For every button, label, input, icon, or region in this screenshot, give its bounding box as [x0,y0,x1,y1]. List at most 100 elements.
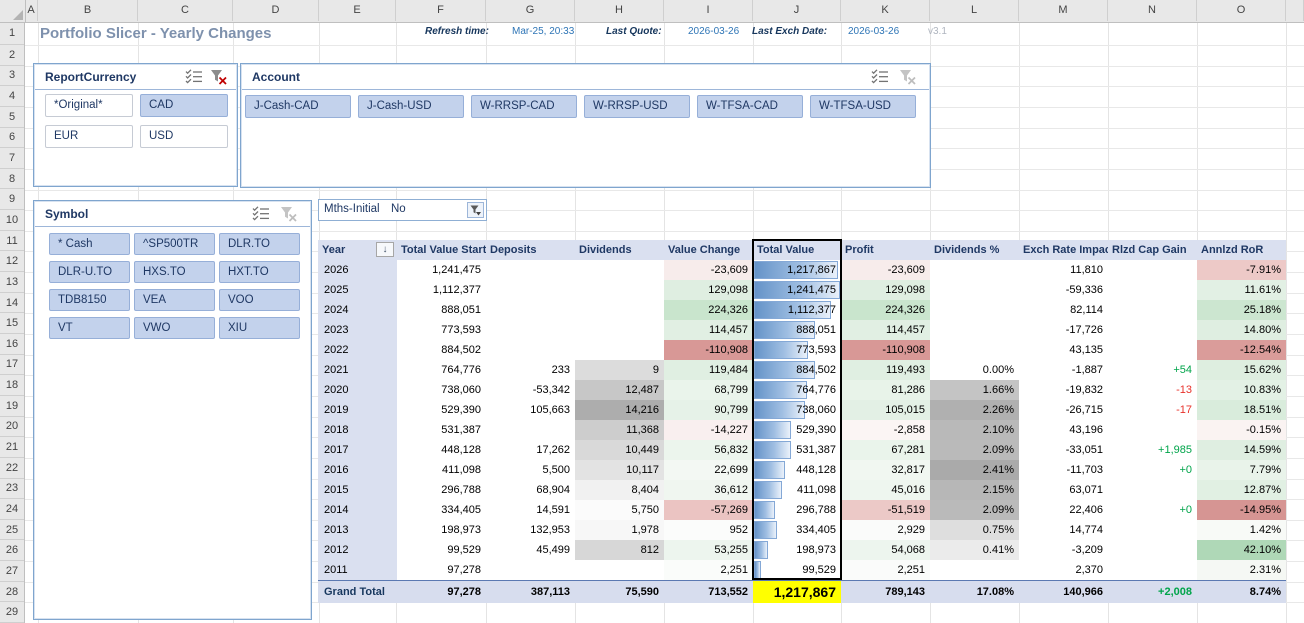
pivot-cell-dep-2017[interactable]: 17,262 [486,440,575,460]
pivot-cell-ror-2017[interactable]: 14.59% [1197,440,1286,460]
row-header-2[interactable]: 2 [0,45,24,66]
pivot-cell-rc-2019[interactable]: -17 [1108,400,1197,420]
pivot-cell-tvs-2020[interactable]: 738,060 [397,380,486,400]
row-header-18[interactable]: 18 [0,375,24,396]
pivot-cell-ex-2014[interactable]: 22,406 [1019,500,1108,520]
slicer-item-hxs-to[interactable]: HXS.TO [134,261,215,283]
slicer-item-w-rrsp-cad[interactable]: W-RRSP-CAD [471,95,577,118]
row-header-5[interactable]: 5 [0,107,24,128]
pivot-cell-tvs-2015[interactable]: 296,788 [397,480,486,500]
pivot-cell-vc-2020[interactable]: 68,799 [664,380,753,400]
slicer-item-eur[interactable]: EUR [45,125,133,148]
pivot-cell-tv-2020[interactable]: 764,776 [753,380,841,400]
pivot-cell-ex-2023[interactable]: -17,726 [1019,320,1108,340]
pivot-cell-tvs-2011[interactable]: 97,278 [397,560,486,580]
row-header-19[interactable]: 19 [0,396,24,417]
pivot-cell-div-2016[interactable]: 10,117 [575,460,664,480]
pivot-cell-dp-2015[interactable]: 2.15% [930,480,1019,500]
pivot-cell-vc-2011[interactable]: 2,251 [664,560,753,580]
pivot-cell-div-2025[interactable] [575,280,664,300]
pivot-cell-dep-2024[interactable] [486,300,575,320]
pivot-cell-tv-2019[interactable]: 738,060 [753,400,841,420]
pivot-cell-ex-2017[interactable]: -33,051 [1019,440,1108,460]
slicer-item-w-rrsp-usd[interactable]: W-RRSP-USD [584,95,690,118]
row-header-1[interactable]: 1 [0,22,24,45]
pivot-cell-dep-2011[interactable] [486,560,575,580]
pivot-cell-grand-total-year[interactable]: Grand Total [318,581,397,603]
pivot-cell-pr-2022[interactable]: -110,908 [841,340,930,360]
pivot-cell-ror-2021[interactable]: 15.62% [1197,360,1286,380]
pivot-cell-year-2020[interactable]: 2020 [318,380,397,400]
pivot-cell-dp-2022[interactable] [930,340,1019,360]
pivot-cell-tvs-2021[interactable]: 764,776 [397,360,486,380]
row-header-12[interactable]: 12 [0,251,24,272]
slicer-item--sp500tr[interactable]: ^SP500TR [134,233,215,255]
row-header-21[interactable]: 21 [0,437,24,458]
pivot-cell-div-2012[interactable]: 812 [575,540,664,560]
pivot-cell-rc-2022[interactable] [1108,340,1197,360]
pivot-cell-tv-2013[interactable]: 334,405 [753,520,841,540]
pivot-cell-tvs-2016[interactable]: 411,098 [397,460,486,480]
pivot-cell-year-2021[interactable]: 2021 [318,360,397,380]
pivot-cell-ex-2025[interactable]: -59,336 [1019,280,1108,300]
pivot-cell-dp-2012[interactable]: 0.41% [930,540,1019,560]
pivot-cell-dp-2014[interactable]: 2.09% [930,500,1019,520]
pivot-cell-tv-2023[interactable]: 888,051 [753,320,841,340]
pivot-cell-div-2017[interactable]: 10,449 [575,440,664,460]
pivot-cell-div-2011[interactable] [575,560,664,580]
pivot-cell-dep-2020[interactable]: -53,342 [486,380,575,400]
pivot-cell-grand-total-ror[interactable]: 8.74% [1197,581,1286,603]
pivot-cell-vc-2018[interactable]: -14,227 [664,420,753,440]
pivot-cell-dep-2016[interactable]: 5,500 [486,460,575,480]
column-header-H[interactable]: H [575,0,664,21]
pivot-cell-dp-2011[interactable] [930,560,1019,580]
pivot-cell-rc-2015[interactable] [1108,480,1197,500]
pivot-cell-rc-2013[interactable] [1108,520,1197,540]
filter-dropdown-button[interactable] [467,202,484,218]
pivot-cell-dp-2013[interactable]: 0.75% [930,520,1019,540]
column-header-E[interactable]: E [319,0,396,21]
row-header-27[interactable]: 27 [0,561,24,582]
pivot-cell-tvs-2023[interactable]: 773,593 [397,320,486,340]
pivot-cell-dep-2014[interactable]: 14,591 [486,500,575,520]
pivot-cell-rc-2011[interactable] [1108,560,1197,580]
pivot-cell-rc-2024[interactable] [1108,300,1197,320]
row-header-28[interactable]: 28 [0,582,24,603]
slicer-item-vea[interactable]: VEA [134,289,215,311]
pivot-column-header-dep[interactable]: Deposits [486,240,575,260]
pivot-cell-ror-2016[interactable]: 7.79% [1197,460,1286,480]
slicer-item-dlr-u-to[interactable]: DLR-U.TO [49,261,130,283]
pivot-cell-ex-2019[interactable]: -26,715 [1019,400,1108,420]
pivot-cell-ror-2019[interactable]: 18.51% [1197,400,1286,420]
pivot-cell-dep-2023[interactable] [486,320,575,340]
pivot-cell-ror-2026[interactable]: -7.91% [1197,260,1286,280]
pivot-cell-vc-2022[interactable]: -110,908 [664,340,753,360]
pivot-column-header-tv[interactable]: Total Value [753,240,841,260]
pivot-cell-vc-2017[interactable]: 56,832 [664,440,753,460]
pivot-cell-vc-2025[interactable]: 129,098 [664,280,753,300]
pivot-cell-ror-2023[interactable]: 14.80% [1197,320,1286,340]
pivot-cell-pr-2016[interactable]: 32,817 [841,460,930,480]
pivot-cell-grand-total-dp[interactable]: 17.08% [930,581,1019,603]
pivot-cell-tv-2014[interactable]: 296,788 [753,500,841,520]
pivot-cell-vc-2013[interactable]: 952 [664,520,753,540]
column-header-O[interactable]: O [1197,0,1286,21]
pivot-cell-pr-2025[interactable]: 129,098 [841,280,930,300]
pivot-cell-tv-2012[interactable]: 198,973 [753,540,841,560]
pivot-cell-vc-2026[interactable]: -23,609 [664,260,753,280]
pivot-cell-tv-2022[interactable]: 773,593 [753,340,841,360]
row-header-16[interactable]: 16 [0,334,24,355]
multiselect-icon[interactable] [185,69,204,86]
clear-filter-icon-disabled[interactable] [899,69,918,86]
pivot-cell-dep-2018[interactable] [486,420,575,440]
pivot-cell-div-2024[interactable] [575,300,664,320]
select-all-corner[interactable] [0,0,26,23]
clear-filter-icon-disabled[interactable] [280,206,299,223]
pivot-cell-vc-2024[interactable]: 224,326 [664,300,753,320]
year-sort-button[interactable]: ↓ [376,242,394,257]
pivot-cell-dep-2025[interactable] [486,280,575,300]
pivot-cell-grand-total-tv[interactable]: 1,217,867 [753,581,841,603]
slicer-item-j-cash-usd[interactable]: J-Cash-USD [358,95,464,118]
column-header-I[interactable]: I [664,0,753,21]
pivot-cell-rc-2016[interactable]: +0 [1108,460,1197,480]
